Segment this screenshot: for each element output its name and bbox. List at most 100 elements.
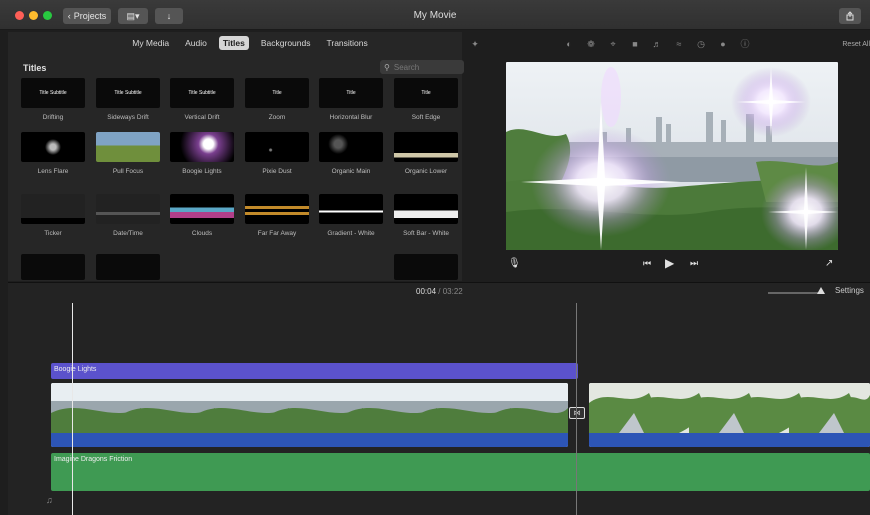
- magic-wand-icon[interactable]: ✦: [470, 39, 480, 49]
- thumbnail-text: Title: [421, 90, 431, 96]
- skimmer-line: [576, 303, 577, 515]
- skip-forward-button[interactable]: ⏭: [690, 258, 698, 269]
- skip-back-button[interactable]: ⏮: [643, 258, 651, 269]
- thumbnail-text: Title: [346, 90, 356, 96]
- title-tile[interactable]: Date/Time: [96, 194, 160, 237]
- timeline: 00:04 / 03:22 Settings Boogie Lights ⋈ I…: [8, 282, 870, 515]
- title-thumbnail: [394, 254, 458, 280]
- settings-button[interactable]: Settings: [835, 286, 864, 295]
- title-tile-label: Sideways Drift: [107, 114, 149, 121]
- title-thumbnail: [319, 194, 383, 224]
- title-tile[interactable]: Title Subtitle Drifting: [21, 78, 85, 121]
- fullscreen-icon[interactable]: ↗: [825, 258, 833, 269]
- title-tile[interactable]: Gradient - White: [319, 194, 383, 237]
- title-tile[interactable]: Ticker: [21, 194, 85, 237]
- color-balance-icon[interactable]: ◐: [564, 39, 574, 49]
- video-clip[interactable]: [589, 383, 870, 447]
- audio-clip[interactable]: Imagine Dragons Friction: [51, 453, 870, 491]
- title-tile[interactable]: Pixie Dust: [245, 132, 309, 175]
- tab-titles[interactable]: Titles: [218, 36, 249, 50]
- playback-controls: 🎙 ⏮ ▶ ⏭ ↗: [470, 255, 870, 277]
- time-separator: /: [438, 287, 441, 296]
- title-thumbnail: [245, 194, 309, 224]
- title-tile-label: Organic Main: [331, 168, 371, 175]
- transition-icon[interactable]: ⋈: [569, 407, 585, 419]
- clip-audio-bar: [589, 433, 870, 447]
- music-note-icon: ♫: [46, 495, 53, 505]
- video-clip[interactable]: [51, 383, 568, 447]
- reset-all-button[interactable]: Reset All: [842, 41, 870, 48]
- thumbnail-text: Title Subtitle: [114, 90, 142, 96]
- crop-icon[interactable]: ⌖: [608, 39, 618, 49]
- volume-icon[interactable]: ♬: [652, 39, 662, 49]
- title-clip[interactable]: Boogie Lights: [51, 363, 578, 379]
- share-icon: [846, 11, 854, 21]
- zoom-slider-knob[interactable]: [817, 287, 825, 294]
- title-tile[interactable]: Organic Main: [319, 132, 383, 175]
- title-thumbnail: [170, 254, 234, 280]
- search-icon: ⚲: [384, 62, 390, 72]
- search-input[interactable]: ⚲ Search: [380, 60, 464, 74]
- preview-image: [506, 62, 838, 250]
- title-tile[interactable]: Organic Lower: [394, 132, 458, 175]
- microphone-icon[interactable]: 🎙: [508, 258, 521, 269]
- thumbnail-text: Title Subtitle: [39, 90, 67, 96]
- title-tile-label: Clouds: [191, 230, 213, 237]
- title-tile-label: Boogie Lights: [182, 168, 222, 175]
- tab-backgrounds[interactable]: Backgrounds: [257, 36, 315, 50]
- title-tile-label: Pull Focus: [112, 168, 144, 175]
- color-correction-icon[interactable]: ❁: [586, 39, 596, 49]
- speed-icon[interactable]: ◷: [696, 39, 706, 49]
- video-preview: [506, 62, 838, 250]
- section-title: Titles: [23, 63, 47, 73]
- clip-filmstrip: [589, 383, 870, 433]
- title-tile[interactable]: Title Horizontal Blur: [319, 78, 383, 121]
- noise-reduction-icon[interactable]: ≈: [674, 39, 684, 49]
- window-title: My Movie: [413, 10, 457, 21]
- title-thumbnail: Title: [319, 78, 383, 108]
- playhead[interactable]: [72, 303, 73, 515]
- title-bar: ‹ Projects ▤▾ ↓ My Movie: [0, 0, 870, 30]
- title-tile-label: Zoom: [268, 114, 286, 121]
- share-button[interactable]: [839, 8, 861, 24]
- title-tile[interactable]: Title Soft Edge: [394, 78, 458, 121]
- tab-audio[interactable]: Audio: [181, 36, 211, 50]
- title-tile-label: Soft Bar - White: [403, 230, 449, 237]
- tab-my-media[interactable]: My Media: [128, 36, 173, 50]
- title-tile[interactable]: Lens Flare: [21, 132, 85, 175]
- audio-clip-label: Imagine Dragons Friction: [54, 456, 133, 463]
- title-tile-label: Gradient - White: [327, 230, 375, 237]
- title-thumbnail: [96, 254, 160, 280]
- title-thumbnail: [319, 254, 383, 280]
- title-tile[interactable]: Title Zoom: [245, 78, 309, 121]
- play-button[interactable]: ▶: [665, 256, 674, 270]
- title-tile-label: Vertical Drift: [184, 114, 220, 121]
- stabilization-icon[interactable]: ■: [630, 39, 640, 49]
- title-clip-label: Boogie Lights: [54, 366, 97, 373]
- title-tile[interactable]: Pull Focus: [96, 132, 160, 175]
- clip-filmstrip: [51, 383, 568, 433]
- thumbnail-text: Title Subtitle: [188, 90, 216, 96]
- title-tile[interactable]: Boogie Lights: [170, 132, 234, 175]
- title-thumbnail: [96, 132, 160, 162]
- content-browser: My Media Audio Titles Backgrounds Transition…: [8, 32, 464, 281]
- title-thumbnail: [170, 194, 234, 224]
- title-tile-label: Horizontal Blur: [329, 114, 373, 121]
- title-thumbnail: Title: [394, 78, 458, 108]
- title-tile-label: Far Far Away: [257, 230, 297, 237]
- title-thumbnail: [245, 254, 309, 280]
- filter-icon[interactable]: ●: [718, 39, 728, 49]
- info-icon[interactable]: ⓘ: [740, 39, 750, 49]
- title-tile[interactable]: Soft Bar - White: [394, 194, 458, 237]
- title-tile[interactable]: Clouds: [170, 194, 234, 237]
- zoom-slider[interactable]: [768, 292, 824, 294]
- title-thumbnail: [170, 132, 234, 162]
- title-tile[interactable]: Title Subtitle Vertical Drift: [170, 78, 234, 121]
- title-tile-label: Date/Time: [113, 230, 143, 237]
- tab-transitions[interactable]: Transitions: [323, 36, 372, 50]
- title-tile[interactable]: Title Subtitle Sideways Drift: [96, 78, 160, 121]
- title-tile[interactable]: Far Far Away: [245, 194, 309, 237]
- title-thumbnail: Title: [245, 78, 309, 108]
- title-thumbnail: Title Subtitle: [21, 78, 85, 108]
- title-thumbnail: [319, 132, 383, 162]
